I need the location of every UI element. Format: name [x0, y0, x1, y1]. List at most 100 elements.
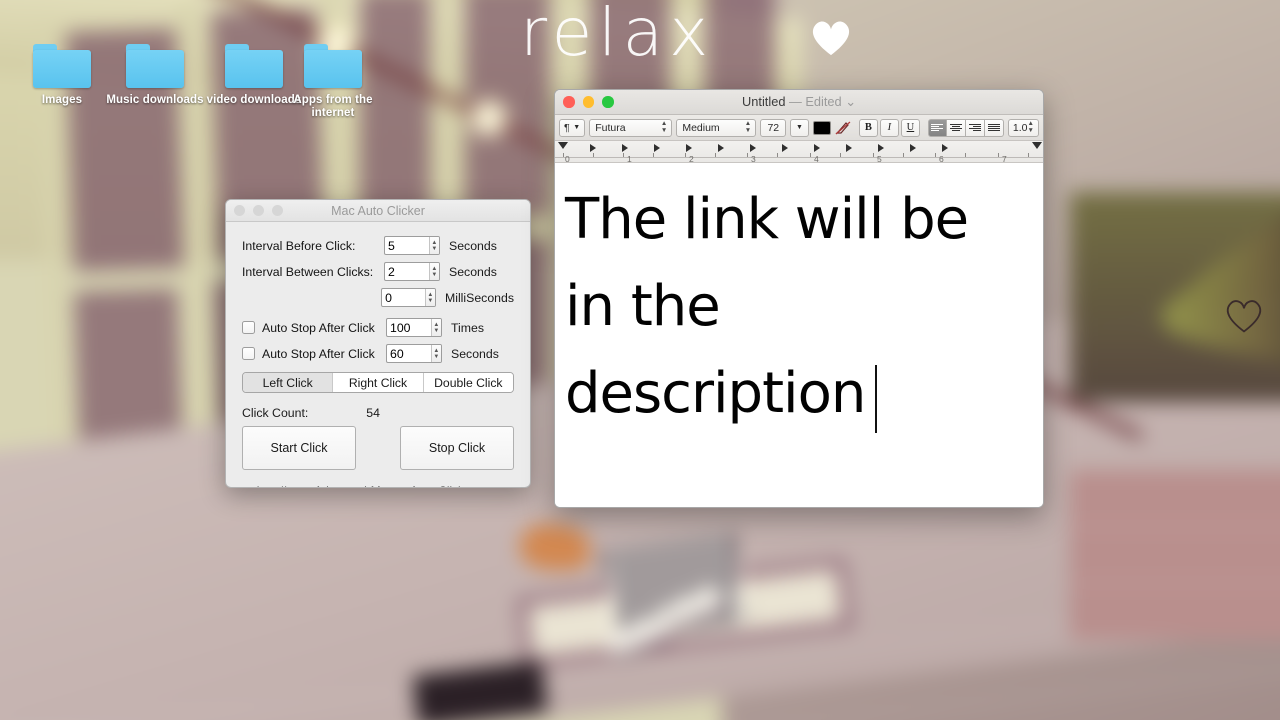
start-click-button[interactable]: Start Click: [242, 426, 356, 470]
stepper-arrows-icon[interactable]: ▲ ▼: [430, 319, 441, 336]
interval-before-click-row: Interval Before Click: ▲▼ Seconds: [242, 236, 514, 255]
text-style-buttons[interactable]: B I U: [858, 118, 920, 137]
tab-stop-marker[interactable]: [910, 144, 916, 152]
text-color-swatch[interactable]: [812, 120, 831, 135]
stepper-arrows-icon[interactable]: ▲ ▼: [428, 263, 439, 280]
textedit-edited-status: Edited: [805, 94, 842, 109]
stepper-arrows-icon: ▲ ▼: [660, 120, 668, 134]
interval-between-clicks-ms-input[interactable]: [382, 289, 425, 306]
textedit-title-separator: —: [789, 94, 802, 109]
font-family-dropdown[interactable]: Futura ▲ ▼: [589, 118, 673, 137]
underline-button[interactable]: U: [900, 118, 920, 137]
textedit-ruler[interactable]: 0 1 2 3 4 5 6 7: [555, 141, 1043, 163]
font-style-value: Medium: [682, 121, 720, 134]
clicker-button-row: Start Click Stop Click: [242, 426, 514, 470]
chevron-down-icon: ▼: [573, 124, 581, 131]
stepper-arrows-icon[interactable]: ▲ ▼: [424, 289, 435, 306]
highlighter-icon[interactable]: [835, 119, 851, 137]
chevron-down-icon[interactable]: ⌄: [845, 94, 856, 109]
align-center-button[interactable]: [946, 118, 966, 137]
interval-between-clicks-ms-stepper[interactable]: ▲▼: [381, 288, 436, 307]
auto-stop-times-checkbox[interactable]: [242, 321, 255, 334]
ruler-tick-label: 4: [814, 154, 819, 163]
auto-stop-times-stepper[interactable]: ▲▼: [386, 318, 442, 337]
stepper-arrows-icon[interactable]: ▲ ▼: [428, 237, 439, 254]
tab-stop-marker[interactable]: [718, 144, 724, 152]
click-type-right-click[interactable]: Right Click: [333, 373, 424, 392]
folder-icon: [126, 44, 184, 88]
auto-stop-seconds-input[interactable]: [387, 345, 431, 362]
tab-stop-marker[interactable]: [878, 144, 884, 152]
ruler-tick-label: 3: [751, 154, 756, 163]
left-indent-marker[interactable]: [558, 142, 568, 149]
tab-stop-marker[interactable]: [942, 144, 948, 152]
paragraph-style-dropdown[interactable]: ¶ ▼: [559, 118, 586, 137]
tab-stop-marker[interactable]: [814, 144, 820, 152]
interval-between-clicks-ms-row: ▲▼ MilliSeconds: [242, 288, 514, 307]
auto-stop-times-label: Auto Stop After Click: [262, 320, 375, 335]
click-count-value: 54: [366, 406, 380, 420]
ruler-tick-label: 5: [877, 154, 882, 163]
tab-stop-marker[interactable]: [782, 144, 788, 152]
wallpaper-heart-icon: [812, 21, 850, 56]
folder-icon: [33, 44, 91, 88]
click-type-segmented-control[interactable]: Left Click Right Click Double Click: [242, 372, 514, 393]
interval-before-click-stepper[interactable]: ▲▼: [384, 236, 440, 255]
line-spacing-dropdown[interactable]: 1.0 ▲ ▼: [1007, 118, 1039, 137]
desktop-icon-apps-from-the-internet[interactable]: Apps from the internet: [281, 44, 385, 120]
mac-auto-clicker-window[interactable]: Mac Auto Clicker Interval Before Click: …: [225, 199, 531, 488]
folder-icon: [304, 44, 362, 88]
interval-between-clicks-stepper[interactable]: ▲▼: [384, 262, 440, 281]
click-count-row: Click Count: 54: [242, 406, 514, 420]
textedit-titlebar[interactable]: Untitled — Edited ⌄: [555, 90, 1043, 115]
right-indent-marker[interactable]: [1032, 142, 1042, 149]
tab-stop-marker[interactable]: [622, 144, 628, 152]
font-family-value: Futura: [595, 121, 626, 134]
alignment-buttons[interactable]: [927, 118, 1004, 137]
auto-stop-seconds-stepper[interactable]: ▲▼: [386, 344, 442, 363]
italic-button[interactable]: I: [879, 118, 899, 137]
desktop-icon-label: Images: [41, 94, 83, 106]
auto-stop-seconds-row: Auto Stop After Click ▲▼ Seconds: [242, 344, 514, 363]
interval-between-clicks-input[interactable]: [385, 263, 429, 280]
bold-button[interactable]: B: [858, 118, 878, 137]
tab-stop-marker[interactable]: [590, 144, 596, 152]
interval-before-click-label: Interval Before Click:: [242, 238, 356, 253]
desktop-icon-music-downloads[interactable]: Music downloads: [103, 44, 207, 107]
auto-stop-seconds-checkbox[interactable]: [242, 347, 255, 360]
stepper-arrows-icon[interactable]: ▲ ▼: [430, 345, 441, 362]
tab-stop-marker[interactable]: [686, 144, 692, 152]
click-count-label: Click Count:: [242, 406, 309, 420]
textedit-document-area[interactable]: The link will be in the description: [555, 164, 1043, 507]
auto-stop-times-unit: Times: [451, 320, 485, 335]
ruler-tick-label: 2: [689, 154, 694, 163]
font-style-dropdown[interactable]: Medium ▲ ▼: [676, 118, 757, 137]
tab-stop-marker[interactable]: [750, 144, 756, 152]
font-size-dropdown[interactable]: ▼: [790, 118, 809, 137]
clicker-window-title: Mac Auto Clicker: [331, 203, 425, 218]
stop-click-button[interactable]: Stop Click: [400, 426, 514, 470]
align-right-button[interactable]: [965, 118, 985, 137]
interval-before-click-input[interactable]: [385, 237, 429, 254]
click-type-double-click[interactable]: Double Click: [423, 373, 513, 392]
desktop-icon-images[interactable]: Images: [10, 44, 114, 107]
align-justify-button[interactable]: [984, 118, 1004, 137]
tab-stop-marker[interactable]: [846, 144, 852, 152]
textedit-document-text[interactable]: The link will be in the description: [565, 176, 1027, 437]
wall-heart-outline-icon: [1226, 300, 1262, 333]
font-size-field[interactable]: 72: [760, 118, 787, 137]
textedit-format-toolbar[interactable]: ¶ ▼ Futura ▲ ▼ Medium ▲ ▼ 72 ▼ B I U 1.0…: [555, 115, 1043, 141]
auto-stop-times-input[interactable]: [387, 319, 431, 336]
stepper-arrows-icon: ▲ ▼: [744, 120, 752, 134]
interval-between-clicks-unit: Seconds: [449, 264, 497, 279]
wallpaper-relax-text: relax: [520, 0, 715, 71]
click-type-left-click[interactable]: Left Click: [243, 373, 334, 392]
align-left-button[interactable]: [927, 118, 947, 137]
screen: relax Images Music downloads video downl…: [0, 0, 1280, 720]
textedit-window[interactable]: Untitled — Edited ⌄ ¶ ▼ Futura ▲ ▼ Medium: [554, 89, 1044, 508]
clicker-footer-url[interactable]: http://www.Advanced-Mouse-Auto-Clicker.c…: [242, 484, 514, 487]
paragraph-icon: ¶: [564, 121, 570, 134]
text-caret: [875, 365, 877, 433]
tab-stop-marker[interactable]: [654, 144, 660, 152]
clicker-titlebar[interactable]: Mac Auto Clicker: [226, 200, 530, 222]
